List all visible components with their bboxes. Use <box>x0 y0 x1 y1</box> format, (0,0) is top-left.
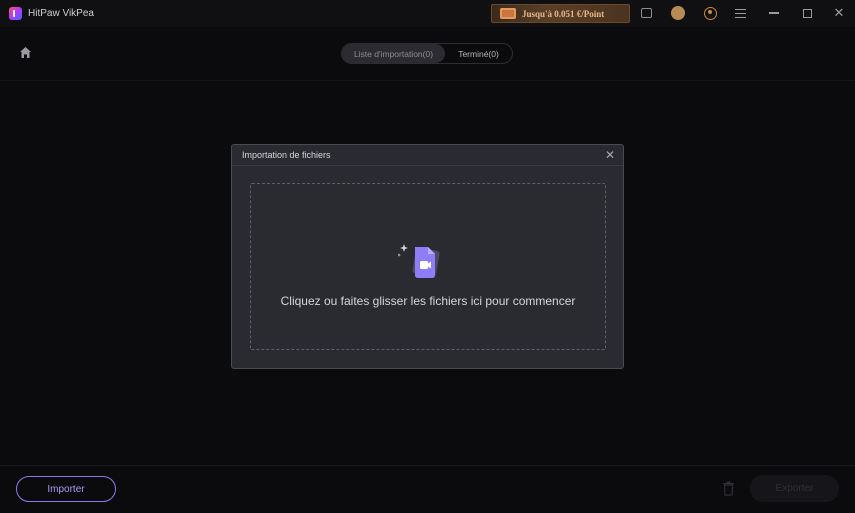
dialog-title: Importation de fichiers <box>242 150 331 160</box>
menu-icon[interactable] <box>735 9 746 18</box>
close-icon[interactable]: ✕ <box>832 6 846 20</box>
home-icon[interactable] <box>19 46 32 59</box>
import-dialog: Importation de fichiers ✕ Cliquez ou fai… <box>231 144 624 369</box>
dialog-close-icon[interactable]: ✕ <box>605 148 615 162</box>
add-video-file-icon <box>398 242 448 280</box>
hitpaw-logo-icon <box>9 7 22 20</box>
list-tabs: Liste d'importation(0) Terminé(0) <box>341 43 513 64</box>
export-button[interactable]: Exporter <box>750 475 839 502</box>
gift-icon <box>500 8 516 19</box>
minimize-icon[interactable] <box>767 6 781 20</box>
user-account-icon[interactable] <box>703 6 717 20</box>
trash-icon[interactable] <box>722 481 735 496</box>
dialog-divider <box>232 165 623 166</box>
promo-text: Jusqu'à 0.051 €/Point <box>522 8 605 19</box>
promo-banner[interactable]: Jusqu'à 0.051 €/Point <box>491 4 630 23</box>
maximize-icon[interactable] <box>800 6 814 20</box>
feedback-icon[interactable] <box>639 6 653 20</box>
dropzone-instruction: Cliquez ou faites glisser les fichiers i… <box>280 294 576 308</box>
header-divider <box>0 80 855 81</box>
title-bar: HitPaw VikPea Jusqu'à 0.051 €/Point ✕ <box>0 0 855 27</box>
file-dropzone[interactable]: Cliquez ou faites glisser les fichiers i… <box>250 183 606 350</box>
import-button[interactable]: Importer <box>16 476 116 502</box>
bottom-divider <box>0 465 855 466</box>
app-title: HitPaw VikPea <box>28 8 94 19</box>
tab-import-list[interactable]: Liste d'importation(0) <box>342 44 445 63</box>
coin-icon[interactable] <box>671 6 685 20</box>
tab-done[interactable]: Terminé(0) <box>445 44 512 63</box>
